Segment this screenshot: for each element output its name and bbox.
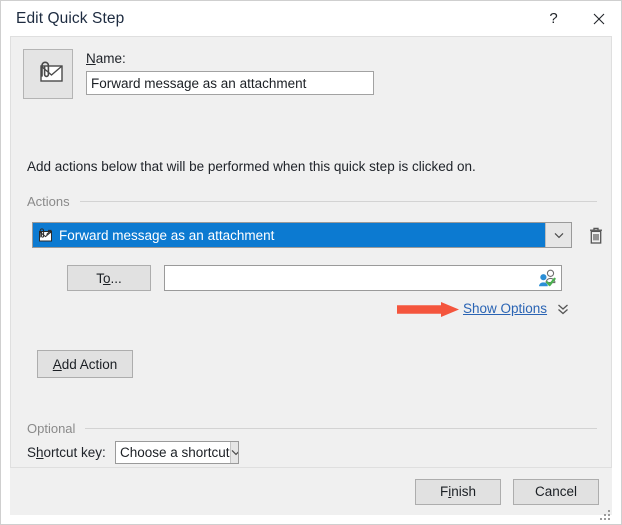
double-chevron-down-icon[interactable]	[556, 302, 570, 316]
chevron-down-icon	[231, 449, 238, 456]
name-label: Name:	[86, 51, 126, 66]
shortcut-key-row: Shortcut key: Choose a shortcut	[27, 441, 239, 464]
cancel-button-label: Cancel	[534, 484, 578, 499]
title-bar: Edit Quick Step ?	[1, 1, 621, 36]
edit-quick-step-dialog: Edit Quick Step ? Name: Forward message …	[0, 0, 622, 525]
check-names-button[interactable]	[537, 267, 559, 289]
delete-action-button[interactable]	[585, 223, 607, 247]
caption-buttons: ?	[531, 1, 621, 36]
chevron-down-icon	[554, 232, 563, 238]
shortcut-key-label: Shortcut key:	[27, 444, 106, 460]
red-arrow-annotation	[397, 302, 459, 317]
to-button[interactable]: To...	[67, 265, 151, 291]
forward-attachment-icon	[39, 227, 52, 241]
actions-group-label: Actions	[27, 193, 70, 209]
recipients-input[interactable]	[165, 266, 561, 290]
action-row: Forward message as an attachment	[32, 222, 607, 248]
dialog-footer: Finish Cancel	[10, 467, 612, 520]
window-title: Edit Quick Step	[16, 9, 125, 27]
to-button-label: To...	[96, 270, 122, 286]
add-action-label: Add Action	[52, 356, 118, 372]
shortcut-dropdown-button[interactable]	[229, 442, 238, 463]
trash-icon	[590, 227, 602, 244]
finish-button-label: Finish	[439, 484, 476, 499]
recipients-row: To...	[67, 265, 562, 291]
optional-group-header: Optional	[27, 420, 597, 436]
action-label: Forward message as an attachment	[59, 227, 275, 243]
optional-group-label: Optional	[27, 420, 76, 436]
name-field-group: Name:	[86, 50, 374, 95]
check-names-icon	[539, 269, 556, 287]
cancel-button[interactable]: Cancel	[513, 478, 599, 505]
recipients-field-wrap	[164, 265, 562, 291]
window-bottom-edge	[1, 515, 621, 524]
close-icon	[593, 13, 604, 24]
close-button[interactable]	[576, 1, 621, 36]
actions-group-rule	[79, 200, 597, 202]
description-text: Add actions below that will be performed…	[27, 159, 476, 174]
show-options-link[interactable]: Show Options	[463, 301, 547, 316]
finish-button[interactable]: Finish	[415, 478, 501, 505]
help-button[interactable]: ?	[531, 1, 576, 36]
shortcut-key-value: Choose a shortcut	[120, 445, 230, 460]
envelope-paperclip-icon	[23, 49, 73, 99]
shortcut-key-combobox[interactable]: Choose a shortcut	[115, 441, 239, 464]
add-action-button[interactable]: Add Action	[37, 350, 133, 378]
quick-step-name-row: Name:	[23, 49, 374, 99]
quick-step-name-input[interactable]	[86, 71, 374, 95]
question-mark-icon: ?	[549, 10, 558, 27]
resize-grip[interactable]	[598, 508, 610, 520]
dialog-body: Name: Add actions below that will be per…	[10, 36, 612, 512]
action-dropdown-button[interactable]	[545, 223, 571, 247]
action-selected-item[interactable]: Forward message as an attachment	[33, 223, 545, 247]
action-combobox[interactable]: Forward message as an attachment	[32, 222, 572, 248]
actions-group-header: Actions	[27, 193, 597, 209]
show-options-row: Show Options	[11, 301, 611, 319]
optional-group-rule	[85, 427, 597, 429]
